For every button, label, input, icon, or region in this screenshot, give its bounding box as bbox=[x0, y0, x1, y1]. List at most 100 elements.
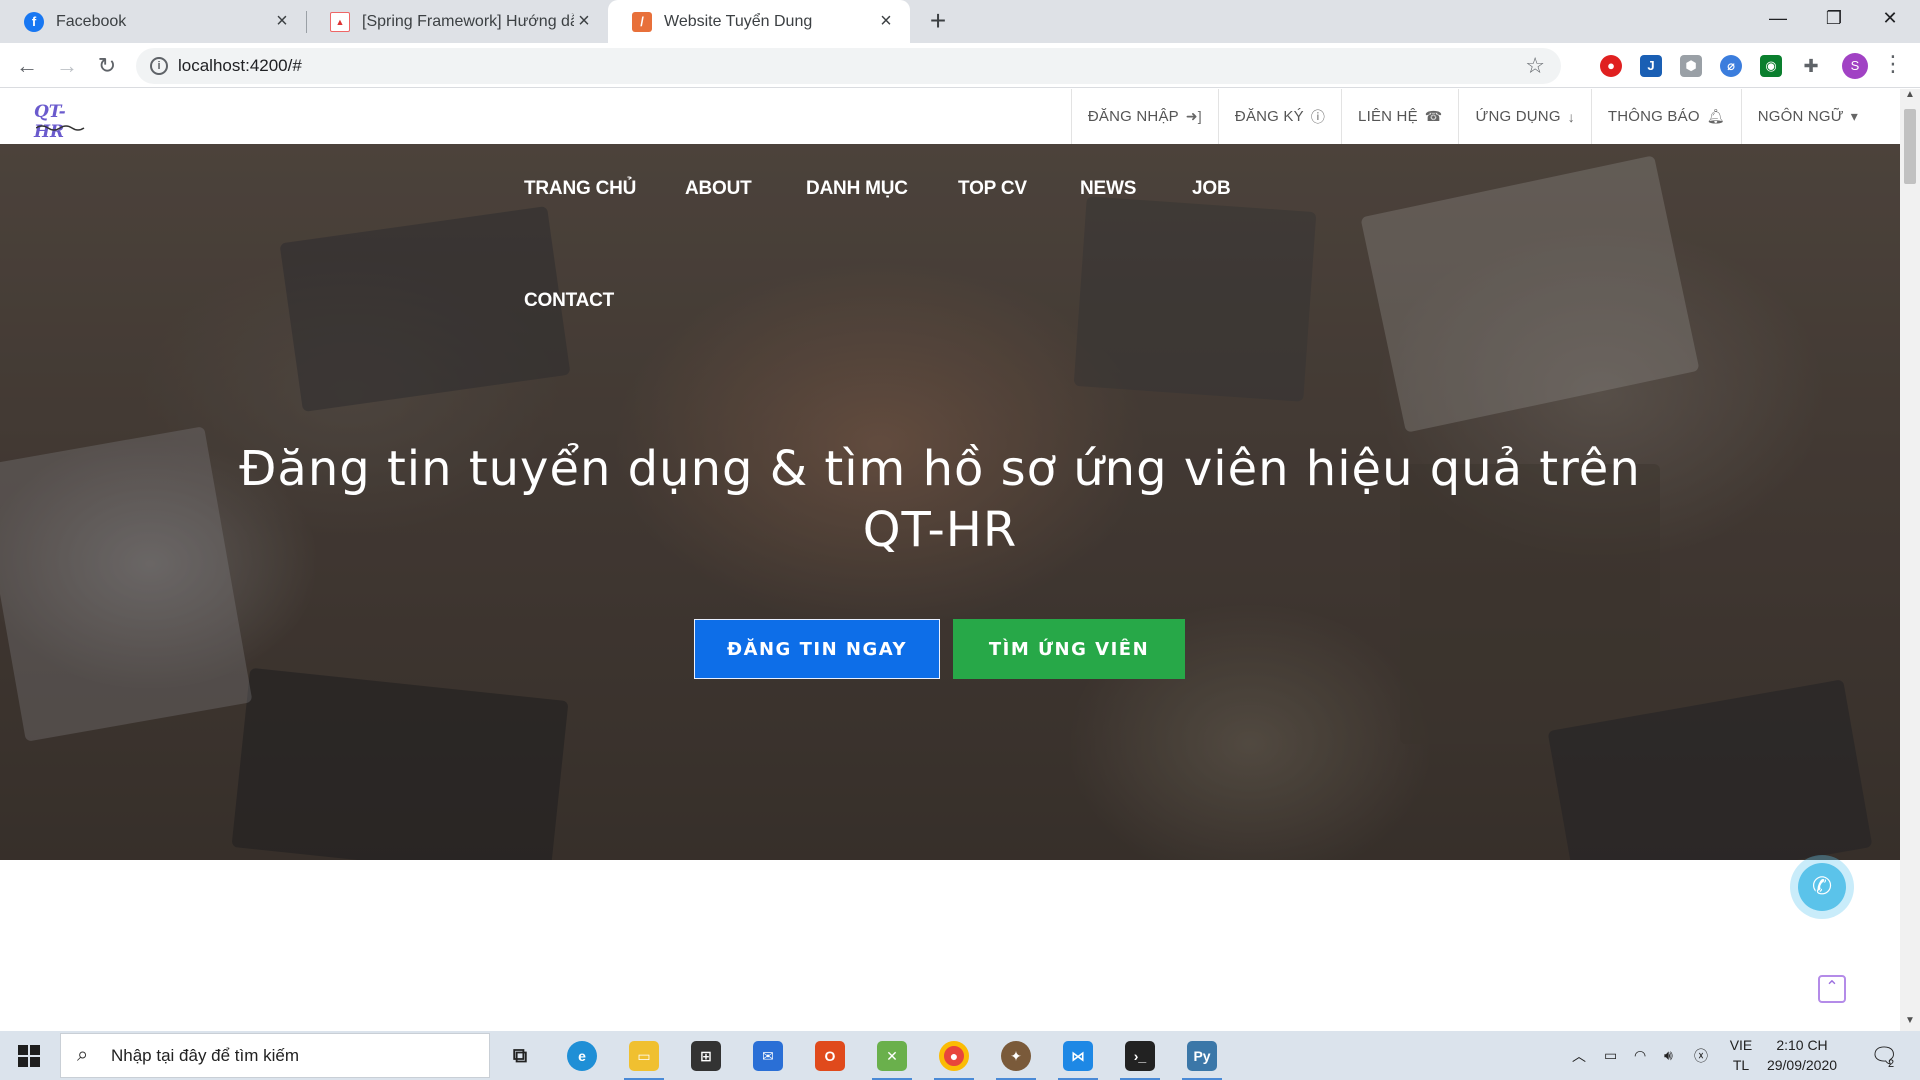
language-dropdown[interactable]: NGÔN NGỮ ▾ bbox=[1740, 89, 1874, 144]
hero-headline: Đăng tin tuyển dụng & tìm hồ sơ ứng viên… bbox=[239, 441, 1641, 558]
site-logo[interactable]: QT-HR bbox=[34, 102, 94, 142]
app-link[interactable]: ỨNG DỤNG ↓ bbox=[1458, 89, 1590, 144]
scroll-to-top-button[interactable]: ⌃ bbox=[1818, 975, 1846, 1003]
register-label: ĐĂNG KÝ bbox=[1234, 108, 1304, 125]
wifi-icon[interactable]: ◠ bbox=[1634, 1031, 1646, 1080]
task-view-icon[interactable]: ⧉ bbox=[500, 1037, 540, 1075]
nav-news[interactable]: NEWS bbox=[1080, 178, 1136, 200]
taskbar-search-box[interactable]: ⌕ Nhập tại đây để tìm kiếm bbox=[60, 1033, 490, 1078]
volume-icon[interactable]: 🔊︎ bbox=[1664, 1031, 1673, 1080]
chrome-icon[interactable]: ● bbox=[934, 1037, 974, 1080]
close-window-button[interactable]: ✕ bbox=[1860, 0, 1920, 36]
close-tab-icon[interactable]: × bbox=[574, 10, 594, 33]
download-icon: ↓ bbox=[1567, 108, 1575, 125]
scroll-up-icon[interactable]: ▲ bbox=[1900, 89, 1920, 105]
address-bar[interactable]: i localhost:4200/# ☆ bbox=[136, 48, 1561, 84]
close-tab-icon[interactable]: × bbox=[876, 10, 896, 33]
clock-date: 29/09/2020 bbox=[1766, 1057, 1838, 1073]
windows-start-icon[interactable] bbox=[18, 1045, 40, 1067]
notification-count: 2 bbox=[1887, 1058, 1895, 1070]
notification-link[interactable]: THÔNG BÁO 🔔︎ bbox=[1590, 89, 1741, 144]
extension-red-icon[interactable]: ● bbox=[1600, 55, 1622, 77]
lang-line1: VIE bbox=[1729, 1037, 1753, 1053]
python-icon[interactable]: Py bbox=[1182, 1037, 1222, 1080]
nav-danh-muc[interactable]: DANH MỤC bbox=[806, 178, 908, 200]
minimize-button[interactable]: — bbox=[1748, 0, 1808, 36]
language-label: NGÔN NGỮ bbox=[1757, 108, 1844, 125]
nav-contact[interactable]: CONTACT bbox=[524, 290, 614, 312]
contact-link[interactable]: LIÊN HỆ ☎ bbox=[1341, 89, 1458, 144]
extension-shield-icon[interactable]: ⬢ bbox=[1680, 55, 1702, 77]
site-top-bar: QT-HR ĐĂNG NHẬP ➜] ĐĂNG KÝ ⓘ LIÊN HỆ ☎ Ứ… bbox=[0, 89, 1900, 144]
info-icon: ⓘ bbox=[1310, 108, 1326, 125]
tab-title: Facebook bbox=[56, 12, 127, 30]
terminal-icon[interactable]: ›_ bbox=[1120, 1037, 1160, 1080]
logo-text: QT-HR bbox=[34, 102, 66, 142]
lang-line2: TL bbox=[1732, 1057, 1750, 1073]
show-hidden-icons-icon[interactable]: ︿ bbox=[1572, 1031, 1586, 1080]
windows-taskbar: ⌕ Nhập tại đây để tìm kiếm ⧉ e ▭ ⊞ ✉ O ✕… bbox=[0, 1031, 1920, 1080]
notification-center-icon[interactable]: 🗨︎2 bbox=[1870, 1043, 1904, 1070]
browser-menu-icon[interactable]: ⋮ bbox=[1882, 51, 1904, 77]
input-language[interactable]: VIE TL bbox=[1726, 1035, 1756, 1075]
phone-call-icon: ✆ bbox=[1798, 863, 1846, 911]
battery-icon[interactable]: ▭ bbox=[1604, 1031, 1617, 1080]
search-placeholder: Nhập tại đây để tìm kiếm bbox=[111, 1046, 300, 1065]
nav-top-cv[interactable]: TOP CV bbox=[958, 178, 1027, 200]
profile-avatar[interactable]: S bbox=[1842, 53, 1868, 79]
site-info-icon[interactable]: i bbox=[150, 57, 168, 75]
register-link[interactable]: ĐĂNG KÝ ⓘ bbox=[1217, 89, 1341, 144]
post-job-button[interactable]: ĐĂNG TIN NGAY bbox=[694, 619, 940, 679]
tab-title: [Spring Framework] Hướng dẫn t bbox=[362, 12, 574, 30]
app-badge-icon[interactable]: ✦ bbox=[996, 1037, 1036, 1080]
page-scrollbar[interactable]: ▲ ▼ bbox=[1900, 89, 1920, 1031]
caret-down-icon: ▾ bbox=[1850, 108, 1858, 124]
nav-job[interactable]: JOB bbox=[1192, 178, 1231, 200]
hero-banner: TRANG CHỦ ABOUT DANH MỤC TOP CV NEWS JOB… bbox=[0, 144, 1900, 860]
login-link[interactable]: ĐĂNG NHẬP ➜] bbox=[1070, 89, 1218, 144]
phone-icon: ☎ bbox=[1424, 108, 1443, 124]
call-button[interactable]: ✆ bbox=[1790, 855, 1854, 919]
login-icon: ➜] bbox=[1185, 108, 1202, 124]
file-explorer-icon[interactable]: ▭ bbox=[624, 1037, 664, 1080]
new-tab-button[interactable]: + bbox=[922, 6, 954, 38]
app-icon[interactable]: ✕ bbox=[872, 1037, 912, 1080]
find-candidate-button[interactable]: TÌM ỨNG VIÊN bbox=[953, 619, 1185, 679]
contact-label: LIÊN HỆ bbox=[1358, 108, 1418, 125]
office-icon[interactable]: O bbox=[810, 1037, 850, 1075]
edge-icon[interactable]: e bbox=[562, 1037, 602, 1075]
system-clock[interactable]: 2:10 CH 29/09/2020 bbox=[1762, 1035, 1842, 1075]
tab-website-tuyen-dung[interactable]: / Website Tuyển Dung × bbox=[608, 0, 910, 43]
extensions-puzzle-icon[interactable]: ✚ bbox=[1800, 55, 1822, 77]
forward-icon[interactable]: → bbox=[52, 51, 82, 81]
browser-tab-bar: f Facebook × ▲ [Spring Framework] Hướng … bbox=[0, 0, 1920, 43]
bookmark-star-icon[interactable]: ☆ bbox=[1525, 53, 1545, 79]
extension-globe-icon[interactable]: ⌀ bbox=[1720, 55, 1742, 77]
scroll-down-icon[interactable]: ▼ bbox=[1900, 1015, 1920, 1031]
logo-wave-icon bbox=[36, 125, 85, 131]
tab-title: Website Tuyển Dung bbox=[664, 12, 813, 30]
url-text: localhost:4200/# bbox=[178, 56, 302, 75]
nav-about[interactable]: ABOUT bbox=[685, 178, 752, 200]
utility-menu: ĐĂNG NHẬP ➜] ĐĂNG KÝ ⓘ LIÊN HỆ ☎ ỨNG DỤN… bbox=[1070, 89, 1874, 144]
reload-icon[interactable]: ↻ bbox=[92, 51, 122, 81]
extension-green-icon[interactable]: ◉ bbox=[1760, 55, 1782, 77]
site-icon: ▲ bbox=[330, 11, 350, 32]
extension-blue-icon[interactable]: J bbox=[1640, 55, 1662, 77]
mail-icon[interactable]: ✉ bbox=[748, 1037, 788, 1075]
vscode-icon[interactable]: ⋈ bbox=[1058, 1037, 1098, 1080]
browser-toolbar: ← → ↻ i localhost:4200/# ☆ ● J ⬢ ⌀ ◉ ✚ S… bbox=[0, 43, 1920, 88]
tab-facebook[interactable]: f Facebook × bbox=[0, 0, 306, 43]
back-icon[interactable]: ← bbox=[12, 51, 42, 81]
maximize-button[interactable]: ❐ bbox=[1804, 0, 1864, 36]
bell-icon: 🔔︎ bbox=[1706, 108, 1725, 124]
tab-spring-framework[interactable]: ▲ [Spring Framework] Hướng dẫn t × bbox=[306, 0, 608, 43]
facebook-icon: f bbox=[24, 11, 44, 32]
store-icon[interactable]: ⊞ bbox=[686, 1037, 726, 1075]
search-icon: ⌕ bbox=[77, 1044, 89, 1066]
status-x-icon[interactable]: ⓧ bbox=[1694, 1031, 1708, 1080]
close-tab-icon[interactable]: × bbox=[272, 10, 292, 33]
clock-time: 2:10 CH bbox=[1776, 1037, 1828, 1053]
scroll-thumb[interactable] bbox=[1904, 109, 1916, 184]
nav-trang-chu[interactable]: TRANG CHỦ bbox=[524, 178, 636, 200]
